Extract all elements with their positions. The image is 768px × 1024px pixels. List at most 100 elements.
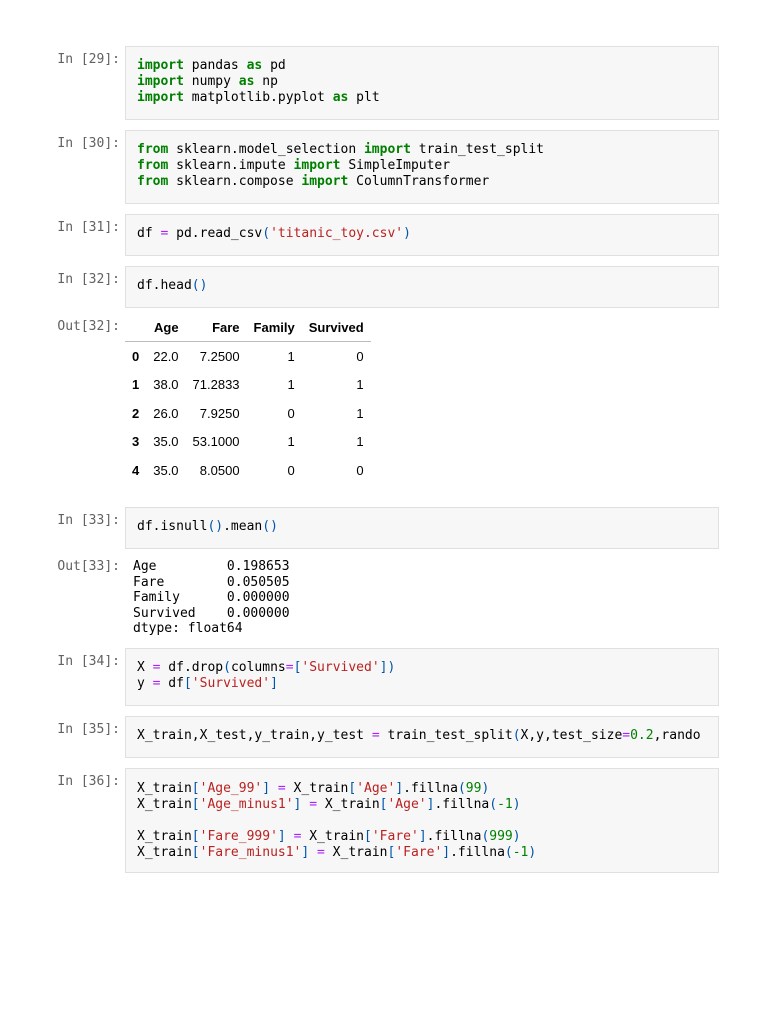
code-token: numpy (183, 74, 239, 89)
code-token: [ (183, 676, 192, 691)
code-token: -1 (497, 797, 513, 812)
code-token: np (254, 74, 278, 89)
table-cell: 71.2833 (192, 377, 240, 393)
code-token: ] (270, 676, 278, 691)
code-token: train_test_split (410, 142, 545, 157)
code-token: X_train (137, 797, 192, 812)
code-editor[interactable]: X_train,X_test,y_train,y_test = train_te… (125, 716, 719, 758)
row-index: 4 (132, 462, 140, 478)
code-token: ) (512, 829, 521, 844)
code-text: X = df.drop(columns=['Survived']) y = df… (126, 649, 718, 703)
table-cell: 35.0 (153, 462, 179, 478)
code-token: import (293, 158, 341, 173)
table-cell: 1 (287, 377, 295, 393)
code-token: .fillna (403, 781, 458, 796)
code-token: X_train (301, 829, 365, 844)
code-token: ] (395, 781, 404, 796)
code-token: [ (191, 829, 200, 844)
code-token: ( (457, 781, 466, 796)
code-token: 'Age_99' (199, 781, 263, 796)
code-token: ]) (379, 660, 396, 675)
table-cell: 0 (287, 462, 295, 478)
code-token: [ (364, 829, 372, 844)
code-token: SimpleImputer (340, 158, 451, 173)
table-cell: 8.0500 (199, 462, 240, 478)
code-token: [ (348, 781, 357, 796)
code-token: ) (528, 845, 537, 860)
code-token: 99 (465, 781, 482, 796)
code-token: .fillna (434, 797, 490, 812)
code-token: ( (512, 728, 521, 743)
code-token: = (622, 728, 631, 743)
table-header-row: Age Fare Family Survived (125, 313, 371, 342)
code-token: [ (191, 845, 200, 860)
code-token: ( (262, 226, 271, 241)
dataframe-table: Age Fare Family Survived 0 22.0 7.2500 1 0 1 3… (125, 313, 371, 485)
code-token: df.isnull (137, 519, 208, 534)
code-token: 'Survived' (301, 660, 380, 675)
code-text: df.isnull().mean() (126, 508, 718, 546)
table-cell: 0 (356, 348, 364, 364)
code-token: 0.2 (630, 728, 654, 743)
code-editor[interactable]: df.isnull().mean() (125, 507, 719, 549)
table-cell: 22.0 (153, 348, 179, 364)
code-editor[interactable]: df.head() (125, 266, 719, 308)
table-cell: 1 (287, 434, 295, 450)
code-token: train_test_split (379, 728, 513, 743)
code-token: 'Fare_minus1' (199, 845, 302, 860)
code-token: import (137, 58, 184, 73)
code-token: columns (230, 660, 286, 675)
code-text: X_train,X_test,y_train,y_test = train_te… (126, 717, 718, 755)
code-token: ( (504, 845, 513, 860)
code-token: ] (418, 829, 427, 844)
code-editor[interactable]: X = df.drop(columns=['Survived']) y = df… (125, 648, 719, 706)
code-token: import (137, 90, 184, 105)
table-cell: 0 (287, 405, 295, 421)
column-header-survived: Survived (301, 313, 371, 342)
code-token: ] (442, 845, 451, 860)
code-token: .mean (223, 519, 263, 534)
index-header (125, 313, 147, 342)
code-token: X (137, 660, 153, 675)
table-row: 3 35.0 53.1000 1 1 (125, 428, 371, 457)
input-prompt: In [31]: (57, 220, 120, 235)
column-header-family: Family (246, 313, 302, 342)
row-index: 3 (132, 434, 140, 450)
code-editor[interactable]: df = pd.read_csv('titanic_toy.csv') (125, 214, 719, 256)
table-cell: 1 (356, 434, 364, 450)
code-token: from (137, 158, 169, 173)
input-prompt: In [29]: (57, 52, 120, 67)
code-token: ] (277, 829, 286, 844)
code-token: plt (348, 90, 380, 105)
row-index: 2 (132, 405, 140, 421)
code-token: () (191, 278, 208, 293)
code-token: X_train (137, 781, 192, 796)
code-token: ( (223, 660, 231, 675)
code-token: X_train (285, 781, 349, 796)
code-token: () (207, 519, 224, 534)
column-header-fare: Fare (185, 313, 247, 342)
code-token: sklearn.model_selection (168, 142, 364, 157)
code-token: pandas (183, 58, 247, 73)
input-prompt: In [34]: (57, 654, 120, 669)
code-token: from (137, 174, 169, 189)
code-token: df.drop (160, 660, 224, 675)
code-editor[interactable]: from sklearn.model_selection import trai… (125, 130, 719, 204)
code-editor[interactable]: import pandas as pd import numpy as np i… (125, 46, 719, 120)
code-token: .fillna (450, 845, 505, 860)
code-token: .fillna (426, 829, 482, 844)
table-cell: 1 (287, 348, 295, 364)
code-token: 'Age' (387, 797, 427, 812)
code-token: [ (191, 781, 200, 796)
code-token: pd (262, 58, 286, 73)
code-token: () (262, 519, 278, 534)
code-token: matplotlib.pyplot (183, 90, 333, 105)
code-token: ,rando (653, 728, 701, 743)
input-prompt: In [36]: (57, 774, 120, 789)
code-token: df (137, 226, 161, 241)
code-editor[interactable]: X_train['Age_99'] = X_train['Age'].filln… (125, 768, 719, 873)
row-index: 0 (132, 348, 140, 364)
table-cell: 53.1000 (192, 434, 240, 450)
table-cell: 38.0 (153, 377, 179, 393)
